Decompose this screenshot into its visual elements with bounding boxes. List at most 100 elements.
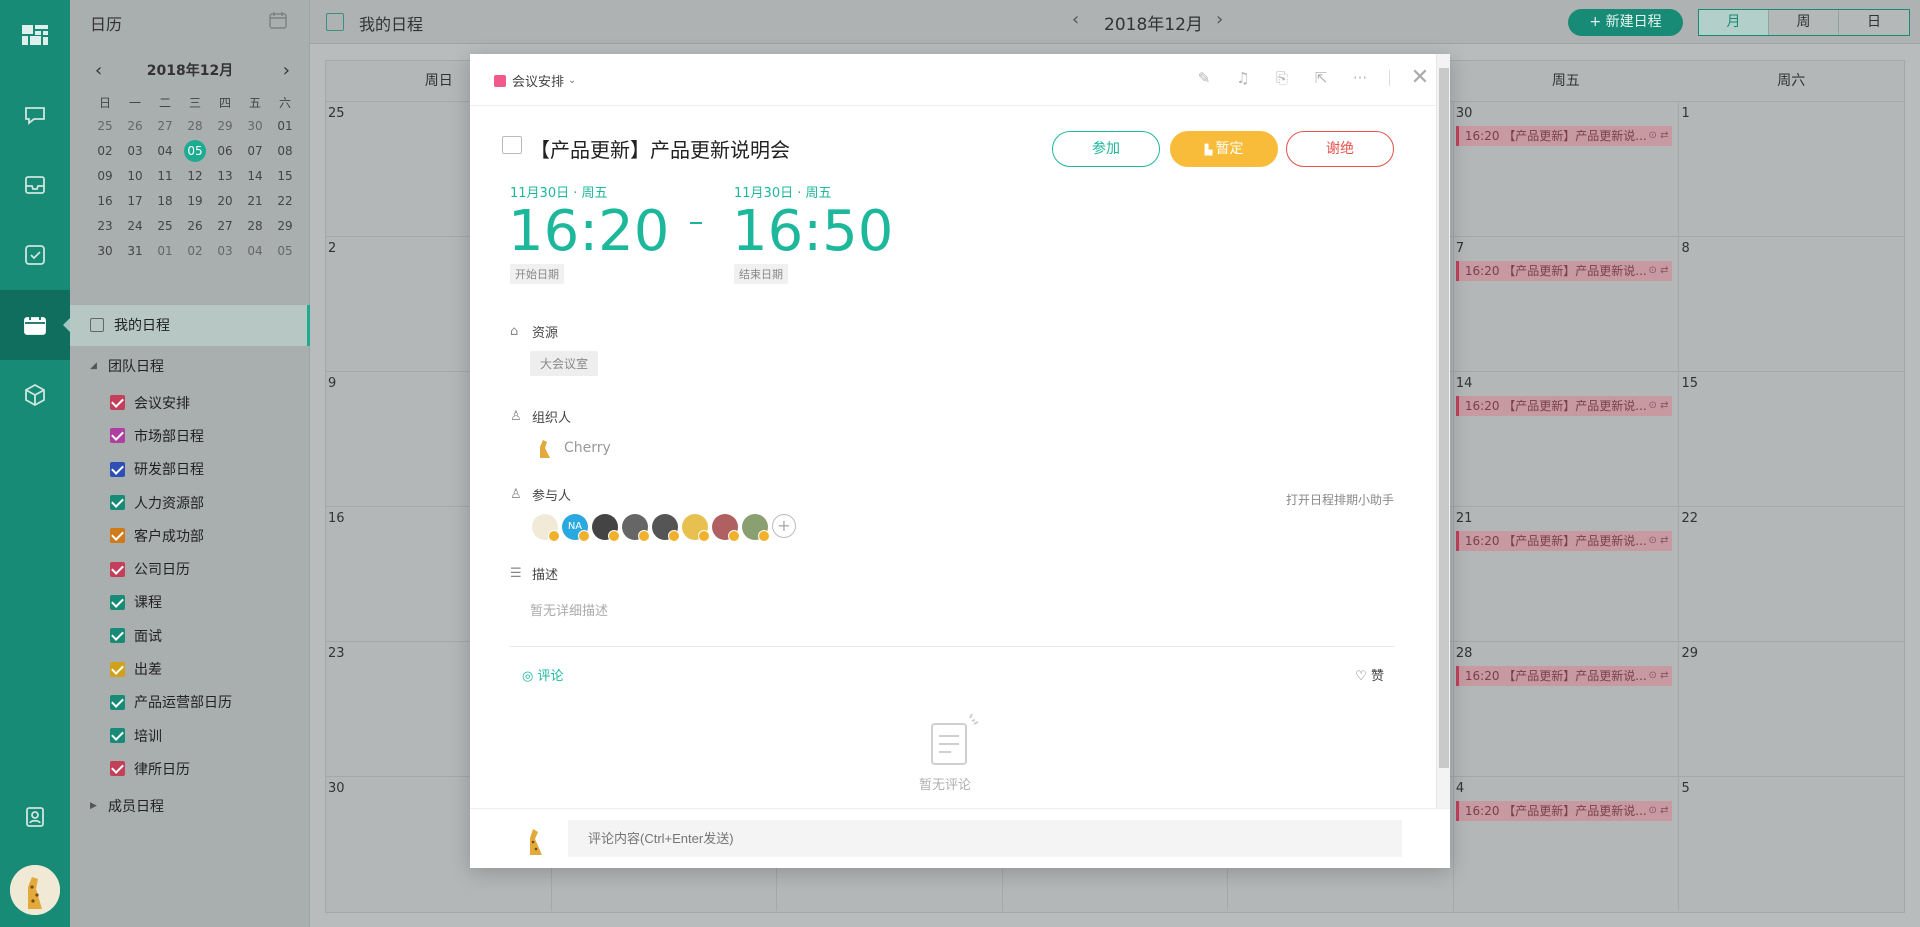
mini-day[interactable]: 06 — [210, 140, 240, 162]
mini-day[interactable]: 31 — [120, 240, 150, 262]
sidebar-item-member-schedule[interactable]: ▶ 成员日程 — [70, 786, 310, 827]
day-cell[interactable]: 7 16:20 【产品更新】产品更新说... ⊙ ⇄ — [1452, 237, 1679, 371]
calendar-tag-dropdown[interactable]: 会议安排 ⌄ — [494, 71, 576, 90]
mini-day[interactable]: 29 — [210, 115, 240, 137]
sidebar-item-team-calendar[interactable]: 客户成功部 — [70, 519, 310, 552]
contacts-icon[interactable] — [0, 782, 70, 852]
participant-avatar[interactable] — [622, 514, 650, 542]
schedule-helper-link[interactable]: 打开日程排期小助手 — [1286, 491, 1394, 508]
day-cell[interactable]: 5 — [1678, 777, 1904, 911]
close-icon[interactable]: ✕ — [1410, 67, 1430, 89]
checkbox-icon[interactable] — [110, 661, 125, 677]
checkbox-icon[interactable] — [110, 561, 125, 577]
prev-month-icon[interactable]: ‹ — [1072, 9, 1079, 30]
day-cell[interactable]: 15 — [1678, 372, 1904, 506]
mini-day[interactable]: 10 — [120, 165, 150, 187]
mini-day[interactable]: 09 — [90, 165, 120, 187]
mini-day[interactable]: 28 — [180, 115, 210, 137]
tentative-button[interactable]: ▙ 暂定 — [1170, 131, 1278, 167]
checkbox-icon[interactable] — [110, 395, 125, 411]
bell-icon[interactable]: ♫ — [1233, 68, 1253, 88]
sidebar-item-my-schedule[interactable]: 我的日程 — [70, 305, 310, 346]
mini-day[interactable]: 03 — [210, 240, 240, 262]
mini-day[interactable]: 20 — [210, 190, 240, 212]
mini-day[interactable]: 16 — [90, 190, 120, 212]
mini-day[interactable]: 05 — [184, 139, 206, 162]
mini-day[interactable]: 01 — [270, 115, 300, 137]
participant-avatar[interactable] — [652, 514, 680, 542]
mini-day[interactable]: 27 — [210, 215, 240, 237]
logo-icon[interactable] — [0, 0, 70, 70]
mini-day[interactable]: 24 — [120, 215, 150, 237]
mini-day[interactable]: 25 — [150, 215, 180, 237]
mini-day[interactable]: 18 — [150, 190, 180, 212]
checkbox-icon[interactable] — [110, 528, 125, 544]
attachment-icon[interactable]: ⎘ — [1272, 68, 1292, 88]
mini-day[interactable]: 26 — [180, 215, 210, 237]
mini-day[interactable]: 23 — [90, 215, 120, 237]
sidebar-item-team-calendar[interactable]: 人力资源部 — [70, 486, 310, 519]
view-button[interactable]: 月 — [1699, 10, 1769, 35]
participant-avatar[interactable] — [712, 514, 740, 542]
mini-day[interactable]: 01 — [150, 240, 180, 262]
participant-avatar[interactable]: NA — [562, 514, 590, 542]
sidebar-item-team-calendar[interactable]: 出差 — [70, 652, 310, 685]
mini-day[interactable]: 11 — [150, 165, 180, 187]
mini-day[interactable]: 25 — [90, 115, 120, 137]
checkbox-icon[interactable] — [110, 628, 125, 644]
sidebar-item-team-schedule[interactable]: ◢ 团队日程 — [70, 346, 310, 387]
day-cell[interactable]: 22 — [1678, 507, 1904, 641]
participant-avatar[interactable] — [592, 514, 620, 542]
modal-scrollbar[interactable] — [1436, 54, 1450, 808]
sidebar-item-team-calendar[interactable]: 面试 — [70, 619, 310, 652]
sidebar-item-team-calendar[interactable]: 课程 — [70, 586, 310, 619]
day-cell[interactable]: 14 16:20 【产品更新】产品更新说... ⊙ ⇄ — [1452, 372, 1679, 506]
like-button[interactable]: ♡ 赞 — [1355, 665, 1384, 684]
description-text[interactable]: 暂无详细描述 — [530, 600, 608, 619]
decline-button[interactable]: 谢绝 — [1286, 131, 1394, 167]
sidebar-item-team-calendar[interactable]: 产品运营部日历 — [70, 686, 310, 719]
view-button[interactable]: 日 — [1839, 10, 1909, 35]
checkbox-icon[interactable] — [110, 594, 125, 610]
sidebar-item-team-calendar[interactable]: 研发部日程 — [70, 453, 310, 486]
checkbox-icon[interactable] — [110, 728, 125, 744]
checkbox-icon[interactable] — [110, 495, 125, 511]
mini-day[interactable]: 13 — [210, 165, 240, 187]
add-participant-icon[interactable]: + — [772, 514, 796, 538]
sidebar-item-team-calendar[interactable]: 培训 — [70, 719, 310, 752]
day-cell[interactable]: 4 16:20 【产品更新】产品更新说... ⊙ ⇄ — [1452, 777, 1679, 911]
calendar-add-icon[interactable] — [268, 10, 288, 30]
mini-day[interactable]: 27 — [150, 115, 180, 137]
sidebar-item-team-calendar[interactable]: 律所日历 — [70, 752, 310, 785]
mini-day[interactable]: 26 — [120, 115, 150, 137]
day-cell[interactable]: 28 16:20 【产品更新】产品更新说... ⊙ ⇄ — [1452, 642, 1679, 776]
join-button[interactable]: 参加 — [1052, 131, 1160, 167]
participant-avatar[interactable] — [532, 514, 560, 542]
calendar-event[interactable]: 16:20 【产品更新】产品更新说... ⊙ ⇄ — [1455, 126, 1673, 146]
sidebar-item-team-calendar[interactable]: 会议安排 — [70, 386, 310, 419]
mini-day[interactable]: 12 — [180, 165, 210, 187]
calendar-event[interactable]: 16:20 【产品更新】产品更新说... ⊙ ⇄ — [1455, 666, 1673, 686]
mini-day[interactable]: 07 — [240, 140, 270, 162]
caret-right-icon[interactable]: ▶ — [90, 801, 98, 811]
chat-icon[interactable] — [0, 80, 70, 150]
day-cell[interactable]: 1 — [1678, 102, 1904, 236]
checkbox-icon[interactable] — [110, 461, 125, 477]
mini-day[interactable]: 08 — [270, 140, 300, 162]
mini-day[interactable]: 05 — [270, 240, 300, 262]
mini-day[interactable]: 19 — [180, 190, 210, 212]
mini-day[interactable]: 29 — [270, 215, 300, 237]
caret-down-icon[interactable]: ◢ — [90, 361, 98, 371]
inbox-icon[interactable] — [0, 150, 70, 220]
sidebar-item-team-calendar[interactable]: 公司日历 — [70, 552, 310, 585]
mini-day[interactable]: 14 — [240, 165, 270, 187]
task-icon[interactable] — [0, 220, 70, 290]
mini-day[interactable]: 03 — [120, 140, 150, 162]
mini-day[interactable]: 02 — [180, 240, 210, 262]
share-icon[interactable]: ⇱ — [1311, 68, 1331, 88]
calendar-event[interactable]: 16:20 【产品更新】产品更新说... ⊙ ⇄ — [1455, 801, 1673, 821]
mini-day[interactable]: 30 — [90, 240, 120, 262]
scrollbar-thumb[interactable] — [1439, 68, 1449, 768]
sidebar-item-team-calendar[interactable]: 市场部日程 — [70, 419, 310, 452]
calendar-event[interactable]: 16:20 【产品更新】产品更新说... ⊙ ⇄ — [1455, 531, 1673, 551]
